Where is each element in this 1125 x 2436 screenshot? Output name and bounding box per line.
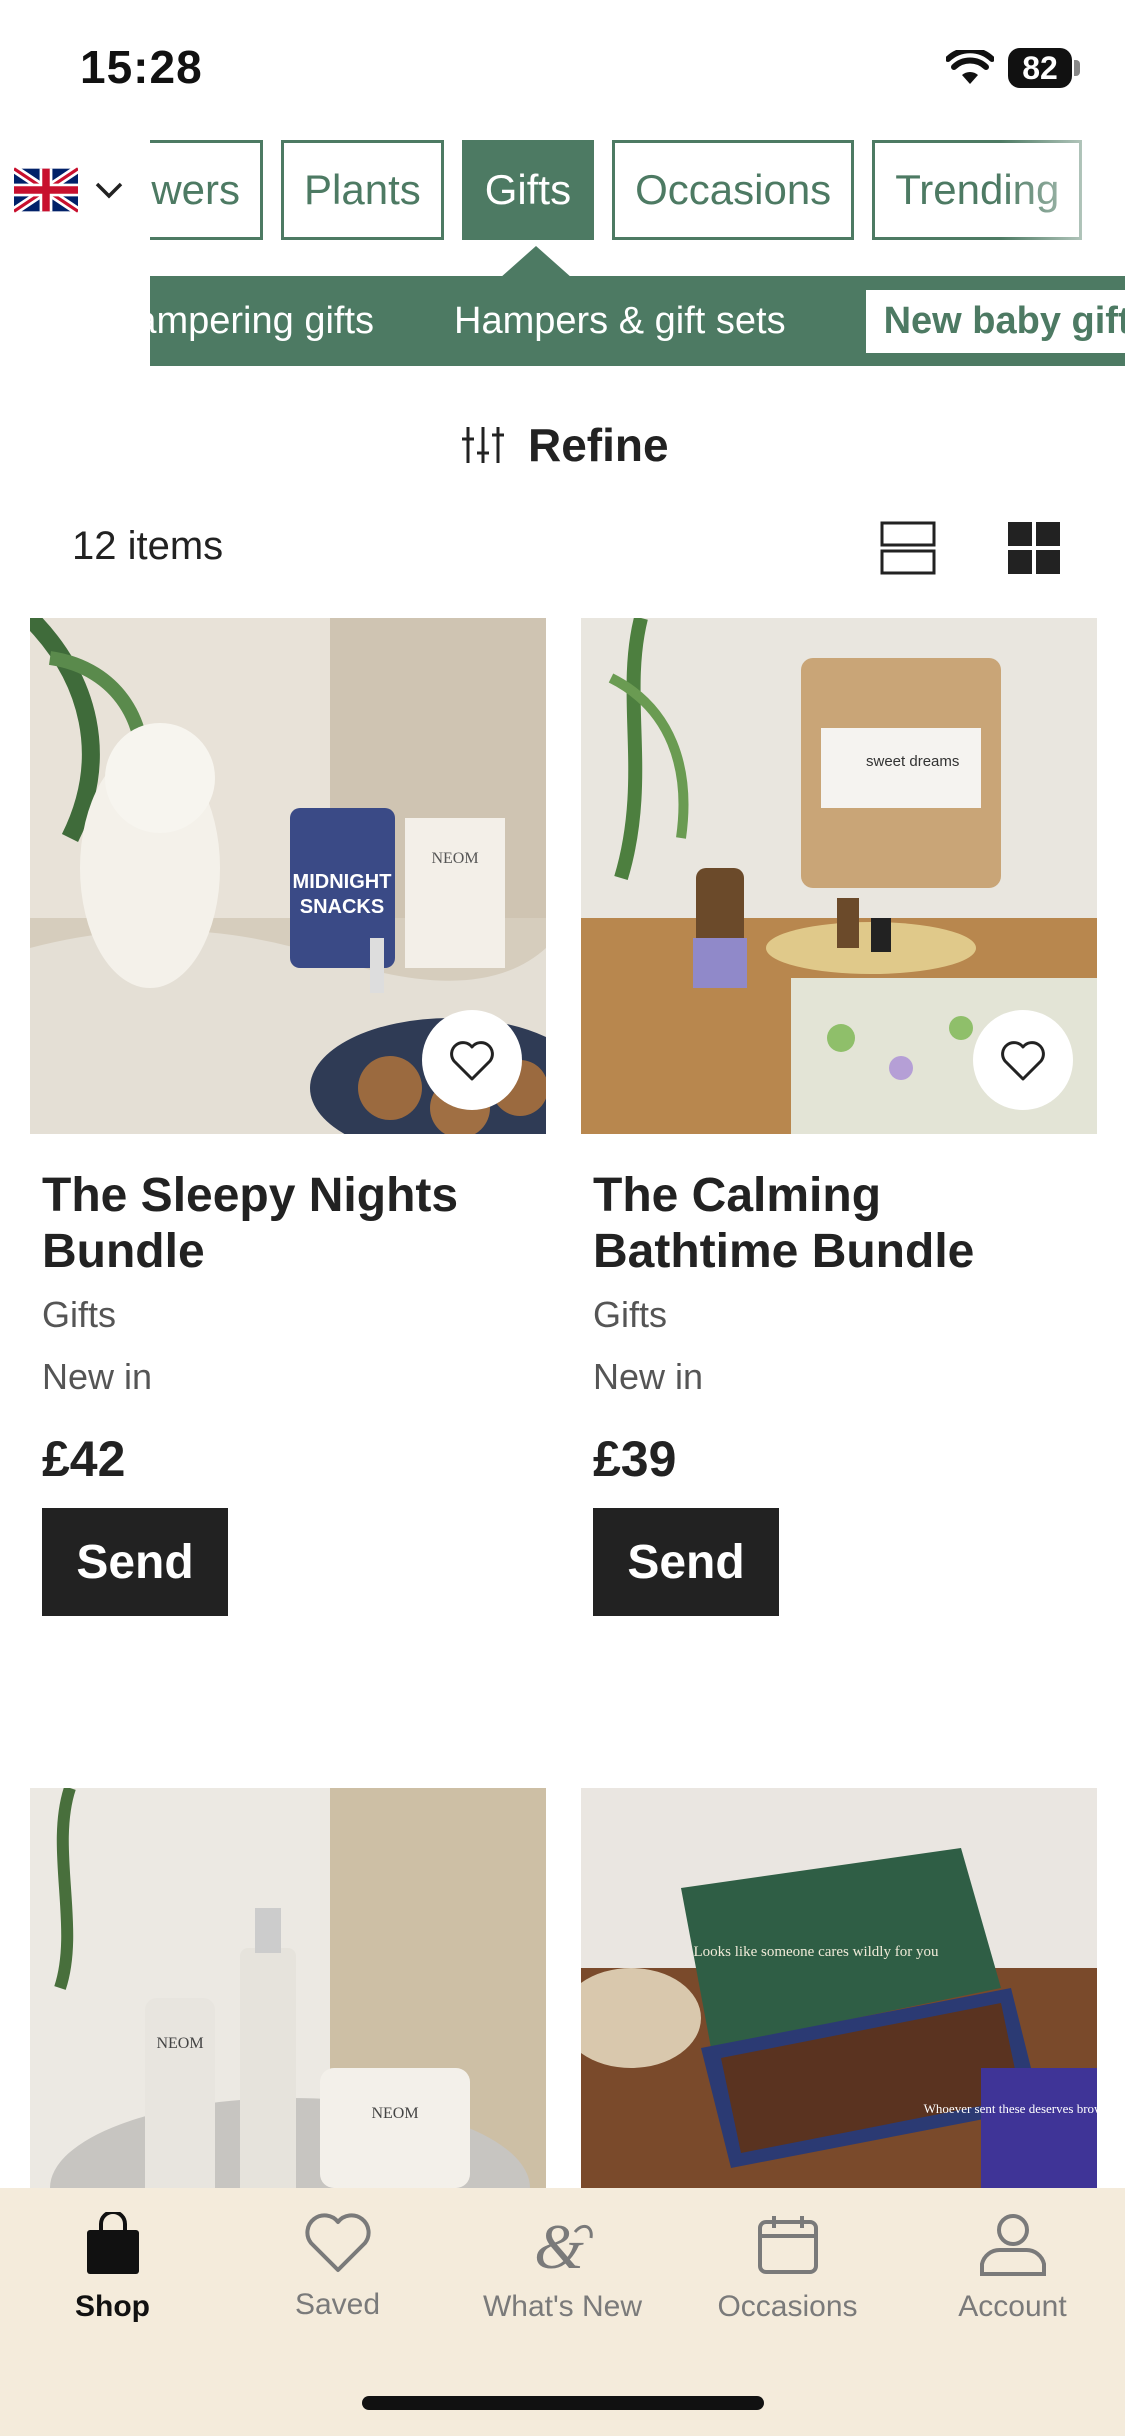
svg-text:SNACKS: SNACKS	[300, 896, 384, 918]
product-image[interactable]: MIDNIGHT SNACKS NEOM	[30, 618, 546, 1134]
category-tabs: Flowers Plants Gifts Occasions Trending	[150, 140, 1125, 244]
svg-text:&: &	[534, 2212, 584, 2276]
tab-occasions[interactable]: Occasions	[612, 140, 855, 240]
tab-whats-new[interactable]: & What's New	[450, 2212, 675, 2324]
svg-text:MIDNIGHT: MIDNIGHT	[293, 871, 392, 893]
tab-saved-label: Saved	[294, 2288, 381, 2321]
subcategory-hampers[interactable]: Hampers & gift sets	[454, 300, 786, 343]
battery-level: 82	[1022, 49, 1058, 86]
chevron-down-icon	[95, 182, 123, 199]
product-card[interactable]: MIDNIGHT SNACKS NEOM The Sleepy Nights B…	[30, 618, 546, 1616]
tab-whats-new-label: What's New	[482, 2290, 643, 2323]
save-button[interactable]	[973, 1010, 1073, 1110]
wifi-icon	[946, 50, 994, 84]
tab-shop-label: Shop	[75, 2290, 150, 2323]
scroll-fade	[1000, 140, 1125, 244]
battery-tip	[1074, 60, 1080, 76]
product-category: Gifts	[593, 1294, 668, 1335]
subcategory-strip: Pampering gifts Hampers & gift sets New …	[150, 276, 1125, 366]
sliders-icon	[462, 427, 504, 463]
send-button[interactable]: Send	[593, 1508, 779, 1616]
tab-occasions-label: Occasions	[717, 2290, 858, 2323]
subcategory-pampering[interactable]: Pampering gifts	[150, 300, 374, 343]
tab-account[interactable]: Account	[900, 2212, 1125, 2324]
active-tab-caret	[500, 246, 572, 278]
battery-icon: 82	[1008, 48, 1072, 88]
subcategory-new-baby[interactable]: New baby gifts	[865, 289, 1125, 353]
save-button[interactable]	[422, 1010, 522, 1110]
tab-flowers[interactable]: Flowers	[150, 140, 264, 240]
calendar-icon	[757, 2216, 818, 2274]
product-title[interactable]: The Sleepy Nights Bundle	[30, 1168, 546, 1280]
results-count: 12 items	[72, 524, 224, 568]
heart-icon	[450, 1041, 494, 1081]
country-selector[interactable]	[14, 166, 124, 214]
refine-label: Refine	[528, 419, 669, 471]
product-card[interactable]: sweet dreams The Calming Bathtime Bundle…	[581, 618, 1097, 1616]
product-price: £39	[593, 1431, 677, 1487]
svg-text:NEOM: NEOM	[431, 850, 478, 867]
heart-icon	[1001, 1041, 1045, 1081]
tab-plants[interactable]: Plants	[281, 140, 444, 240]
box-lid-text: Looks like someone cares wildly for you	[694, 1944, 939, 1960]
single-column-view-icon[interactable]	[880, 520, 936, 576]
send-button[interactable]: Send	[42, 1508, 228, 1616]
tab-saved[interactable]: Saved	[225, 2212, 450, 2322]
product-badge: New in	[42, 1356, 153, 1397]
refine-button[interactable]: Refine	[460, 418, 669, 472]
product-price: £42	[42, 1431, 126, 1487]
product-image[interactable]: sweet dreams	[581, 618, 1097, 1134]
home-indicator[interactable]	[362, 2396, 764, 2410]
tab-gifts[interactable]: Gifts	[461, 140, 595, 240]
tab-occasions[interactable]: Occasions	[675, 2212, 900, 2324]
heart-icon	[304, 2213, 371, 2272]
card-text: Whoever sent these deserves brownie poin…	[924, 2101, 1097, 2116]
uk-flag-icon	[14, 166, 78, 214]
svg-text:sweet dreams: sweet dreams	[866, 753, 959, 770]
ampersand-logo-icon: &	[534, 2212, 593, 2276]
status-time: 15:28	[80, 41, 203, 93]
product-category: Gifts	[42, 1294, 117, 1335]
shopping-bag-icon	[86, 2212, 139, 2274]
tab-account-label: Account	[958, 2290, 1067, 2323]
svg-text:NEOM: NEOM	[371, 2105, 418, 2122]
person-icon	[979, 2214, 1046, 2276]
product-badge: New in	[593, 1356, 704, 1397]
svg-text:NEOM: NEOM	[156, 2035, 203, 2052]
grid-view-icon[interactable]	[1006, 520, 1062, 576]
tab-shop[interactable]: Shop	[0, 2212, 225, 2324]
product-title[interactable]: The Calming Bathtime Bundle	[581, 1168, 1097, 1280]
